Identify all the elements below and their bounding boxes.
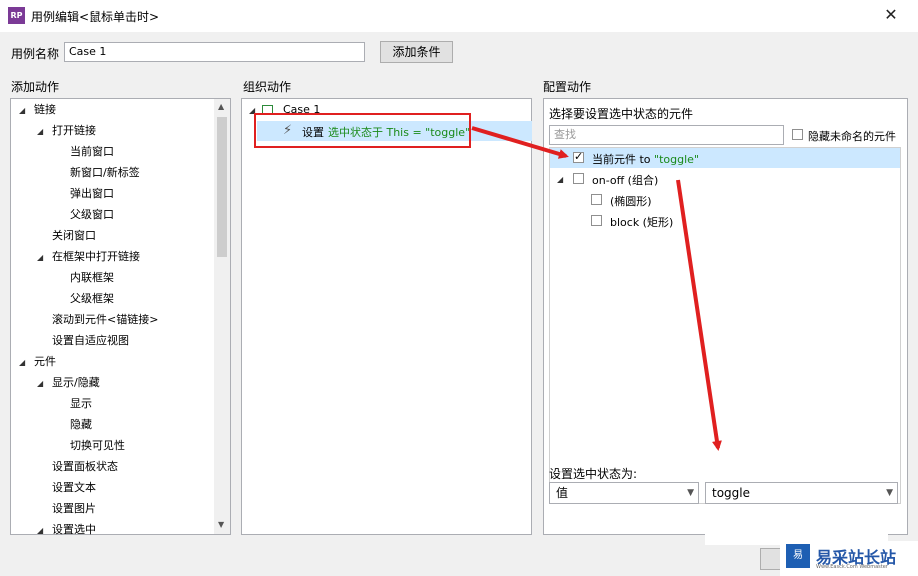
arrow-to-toggle-select	[676, 179, 722, 451]
watermark-logo: 易	[786, 544, 810, 568]
arrow-to-current-widget	[471, 126, 569, 159]
watermark-sub: Www.Easck.Com Webmaster	[816, 564, 888, 570]
annotation-arrows	[471, 126, 722, 451]
